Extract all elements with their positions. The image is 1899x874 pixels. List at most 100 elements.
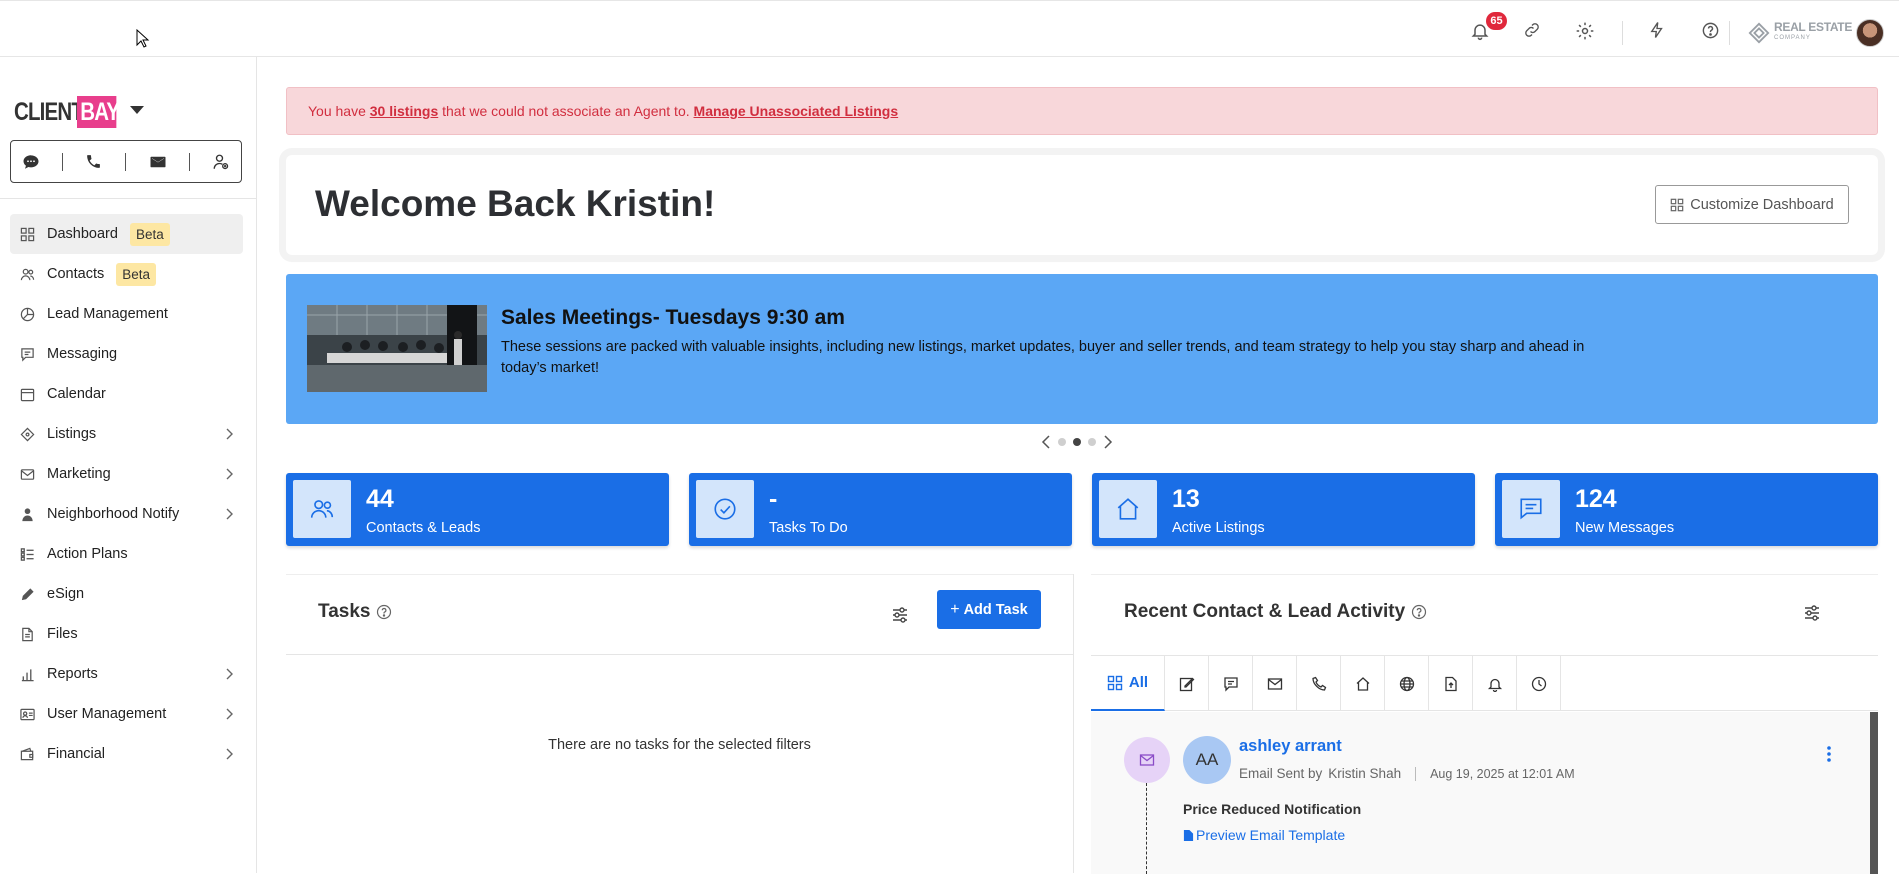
chevron-left-icon[interactable] — [1041, 434, 1051, 450]
grid-icon — [20, 227, 35, 242]
message-icon — [20, 347, 35, 362]
stat-label: Contacts & Leads — [366, 520, 481, 536]
add-contact-icon[interactable] — [212, 153, 230, 171]
bell-icon — [1487, 676, 1503, 692]
tab-emails[interactable] — [1253, 656, 1297, 711]
tab-notes[interactable] — [1165, 656, 1209, 711]
phone-icon[interactable] — [85, 153, 103, 171]
sidebar-item-lead-management[interactable]: Lead Management — [10, 294, 243, 334]
file-upload-icon — [1443, 676, 1459, 692]
filter-sliders-icon[interactable] — [890, 605, 910, 625]
tasks-header: Tasks + Add Task — [286, 575, 1073, 655]
sidebar-item-marketing[interactable]: Marketing — [10, 454, 243, 494]
sidebar-item-label: User Management — [47, 706, 167, 722]
stat-value: 13 — [1172, 485, 1200, 513]
calendar-icon — [20, 387, 35, 402]
add-task-button[interactable]: + Add Task — [937, 590, 1041, 629]
lightning-icon[interactable] — [1648, 21, 1670, 43]
stat-card-contacts[interactable]: 44 Contacts & Leads — [286, 473, 669, 546]
tab-history[interactable] — [1517, 656, 1561, 711]
sidebar-item-files[interactable]: Files — [10, 614, 243, 654]
chat-bubble-icon[interactable] — [22, 153, 40, 171]
carousel-controls — [1041, 434, 1113, 450]
clientbay-logo[interactable]: CLIENT BAY — [14, 96, 125, 128]
tab-all[interactable]: All — [1091, 656, 1165, 711]
clock-icon — [1531, 676, 1547, 692]
caret-down-icon[interactable] — [130, 106, 144, 114]
chevron-right-icon — [223, 507, 235, 521]
carousel-dot[interactable] — [1088, 438, 1096, 446]
manage-unassociated-link[interactable]: Manage Unassociated Listings — [694, 103, 899, 119]
stat-card-tasks[interactable]: - Tasks To Do — [689, 473, 1072, 546]
gear-icon[interactable] — [1575, 21, 1597, 43]
sidebar-item-label: Dashboard — [47, 226, 118, 242]
tasks-title: Tasks — [318, 601, 392, 623]
tab-texts[interactable] — [1209, 656, 1253, 711]
sidebar-item-dashboard[interactable]: Dashboard Beta — [10, 214, 243, 254]
marketing-icon — [20, 467, 35, 482]
listings-count-link[interactable]: 30 listings — [370, 103, 438, 119]
sidebar-item-contacts[interactable]: Contacts Beta — [10, 254, 243, 294]
stat-value: - — [769, 485, 778, 513]
tab-alerts[interactable] — [1473, 656, 1517, 711]
plus-icon: + — [950, 600, 960, 618]
chevron-right-icon[interactable] — [1103, 434, 1113, 450]
sidebar-item-financial[interactable]: Financial — [10, 734, 243, 774]
sidebar-item-reports[interactable]: Reports — [10, 654, 243, 694]
page-title: Welcome Back Kristin! — [315, 183, 716, 224]
tab-files[interactable] — [1429, 656, 1473, 711]
sidebar-item-label: Lead Management — [47, 306, 168, 322]
sidebar-item-action-plans[interactable]: Action Plans — [10, 534, 243, 574]
quickbar-divider — [62, 152, 64, 171]
brand-text: REAL ESTATE — [1774, 20, 1853, 34]
chat-icon — [1502, 480, 1560, 538]
contact-name-link[interactable]: ashley arrant — [1239, 737, 1342, 756]
stat-card-messages[interactable]: 124 New Messages — [1495, 473, 1878, 546]
beta-badge: Beta — [129, 222, 170, 246]
chevron-right-icon — [223, 707, 235, 721]
help-icon[interactable] — [1701, 21, 1723, 43]
carousel-dot-active[interactable] — [1073, 438, 1081, 446]
sidebar-item-calendar[interactable]: Calendar — [10, 374, 243, 414]
help-icon[interactable] — [376, 604, 392, 620]
chevron-right-icon — [223, 427, 235, 441]
sidebar-item-messaging[interactable]: Messaging — [10, 334, 243, 374]
stat-card-listings[interactable]: 13 Active Listings — [1092, 473, 1475, 546]
filter-sliders-icon[interactable] — [1802, 603, 1822, 623]
user-avatar[interactable] — [1856, 19, 1884, 47]
activity-title: Recent Contact & Lead Activity — [1124, 601, 1427, 623]
sidebar-item-label: Files — [47, 626, 78, 642]
customize-dashboard-button[interactable]: Customize Dashboard — [1655, 185, 1849, 224]
sidebar-item-listings[interactable]: Listings — [10, 414, 243, 454]
quick-actions-bar — [10, 140, 242, 183]
carousel-dot[interactable] — [1058, 438, 1066, 446]
sidebar-item-user-management[interactable]: User Management — [10, 694, 243, 734]
panel-divider — [1073, 574, 1074, 873]
tab-web[interactable] — [1385, 656, 1429, 711]
globe-icon — [1399, 676, 1415, 692]
banner-body: These sessions are packed with valuable … — [501, 339, 1585, 376]
brand-logo[interactable]: REAL ESTATE COMPANY — [1748, 18, 1852, 48]
sidebar-item-neighborhood-notify[interactable]: Neighborhood Notify — [10, 494, 243, 534]
preview-email-template-link[interactable]: Preview Email Template — [1183, 827, 1345, 843]
notification-badge: 65 — [1486, 12, 1507, 30]
more-vertical-icon[interactable] — [1826, 745, 1832, 763]
sidebar-item-esign[interactable]: eSign — [10, 574, 243, 614]
sidebar-item-label: Reports — [47, 666, 98, 682]
mail-icon[interactable] — [149, 153, 167, 171]
pie-chart-icon — [20, 307, 35, 322]
sidebar-item-label: Listings — [47, 426, 97, 442]
contact-avatar[interactable]: AA — [1183, 736, 1231, 784]
tab-calls[interactable] — [1297, 656, 1341, 711]
sidebar-item-label: eSign — [47, 586, 85, 602]
help-icon[interactable] — [1411, 604, 1427, 620]
link-icon[interactable] — [1523, 21, 1545, 43]
activity-scrollbar[interactable] — [1870, 712, 1878, 874]
stat-label: New Messages — [1575, 520, 1675, 536]
timeline-connector — [1146, 783, 1147, 874]
meeting-photo — [307, 305, 487, 392]
tab-listings[interactable] — [1341, 656, 1385, 711]
person-pin-icon — [20, 507, 35, 522]
grid-icon — [1107, 675, 1123, 691]
activity-author: Kristin Shah — [1328, 766, 1402, 781]
